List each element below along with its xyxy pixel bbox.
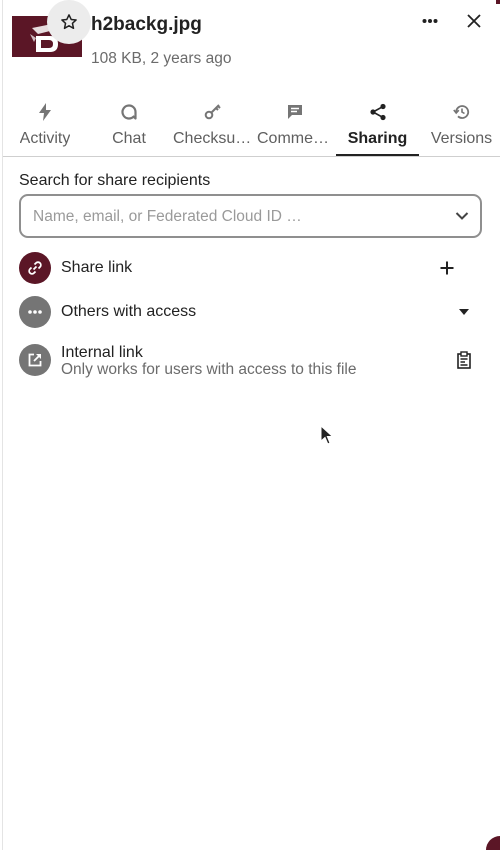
- others-with-access-label: Others with access: [61, 303, 197, 320]
- others-with-access-row[interactable]: Others with access: [19, 296, 485, 332]
- expand-others-button[interactable]: [452, 300, 476, 324]
- tab-versions[interactable]: Versions: [423, 98, 500, 156]
- more-actions-button[interactable]: [416, 8, 444, 34]
- share-icon: [369, 103, 386, 121]
- internal-link-description: Only works for users with access to this…: [61, 361, 357, 378]
- copy-internal-link-button[interactable]: [452, 348, 476, 372]
- dots-horizontal-icon: [422, 19, 438, 23]
- share-link-label: Share link: [61, 259, 133, 276]
- tab-label: Chat: [112, 130, 146, 147]
- chevron-down-icon[interactable]: [454, 208, 470, 224]
- tab-label: Checksu…: [173, 130, 252, 147]
- star-outline-icon: [61, 14, 77, 30]
- tab-checksums[interactable]: Checksu…: [171, 98, 255, 156]
- internal-link-label: Internal link: [61, 344, 143, 361]
- tab-label: Sharing: [347, 130, 408, 147]
- close-button[interactable]: [460, 8, 488, 34]
- mouse-cursor-icon: [320, 425, 334, 445]
- tab-chat[interactable]: Chat: [87, 98, 171, 156]
- link-icon: [28, 261, 42, 275]
- internal-link-row: Internal link Only works for users with …: [19, 344, 485, 384]
- tab-label: Comme…: [257, 130, 330, 147]
- add-share-link-button[interactable]: [435, 256, 459, 280]
- window-corner-bottom: [486, 836, 500, 850]
- plus-icon: [440, 261, 454, 275]
- share-link-row[interactable]: Share link: [19, 252, 485, 288]
- triangle-down-icon: [459, 309, 469, 315]
- clipboard-icon: [457, 351, 471, 369]
- chat-bubble-icon: [121, 104, 137, 120]
- tabs-divider: [3, 156, 500, 157]
- file-name: h2backg.jpg: [91, 14, 202, 35]
- file-meta: 108 KB, 2 years ago: [91, 50, 232, 67]
- tab-label: Versions: [430, 130, 493, 147]
- favorite-button[interactable]: [47, 0, 91, 44]
- tab-activity[interactable]: Activity: [3, 98, 87, 156]
- sidebar-tabs: Activity Chat Checksu… Comme… Sharing Ve…: [3, 98, 500, 158]
- tab-sharing[interactable]: Sharing: [336, 98, 419, 156]
- window-corner-top: [496, 0, 500, 4]
- others-avatar: [19, 296, 51, 328]
- dots-horizontal-icon: [28, 310, 42, 314]
- comment-icon: [288, 105, 302, 119]
- open-in-new-icon: [28, 353, 42, 367]
- close-icon: [467, 14, 481, 28]
- key-icon: [204, 104, 221, 120]
- share-recipient-search[interactable]: [19, 194, 482, 238]
- tab-label: Activity: [19, 130, 71, 147]
- share-link-avatar: [19, 252, 51, 284]
- search-label: Search for share recipients: [19, 172, 211, 189]
- history-icon: [452, 105, 469, 119]
- lightning-icon: [39, 103, 51, 121]
- internal-link-avatar: [19, 344, 51, 376]
- tab-comments[interactable]: Comme…: [255, 98, 335, 156]
- search-input[interactable]: [31, 196, 445, 238]
